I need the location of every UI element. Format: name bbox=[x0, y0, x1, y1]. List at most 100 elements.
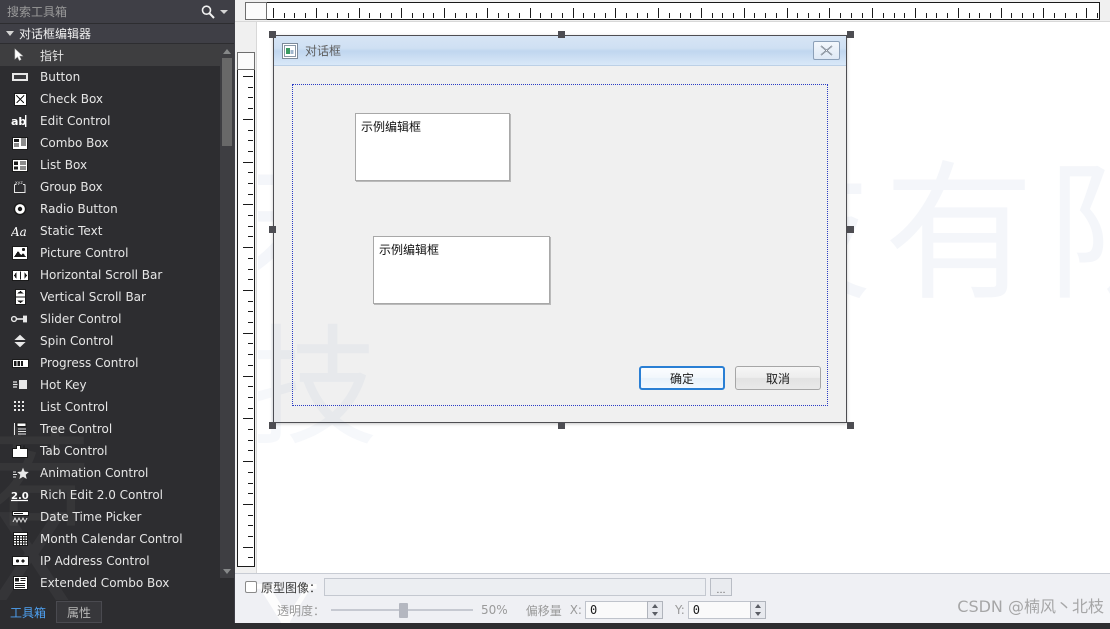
toolbox-item-tree-control[interactable]: Tree Control bbox=[0, 418, 234, 440]
vertical-scrollbar-icon bbox=[10, 289, 30, 305]
resize-handle-ne[interactable] bbox=[847, 31, 854, 38]
toolbox-item-ip-address-control[interactable]: IP Address Control bbox=[0, 550, 234, 572]
ruler-tick bbox=[316, 8, 317, 18]
cancel-button[interactable]: 取消 bbox=[735, 366, 821, 390]
dialog-preview[interactable]: 对话框 示例编辑框 示例编辑框 确定 取消 bbox=[273, 35, 847, 423]
toolbox-item-label: Progress Control bbox=[40, 356, 139, 370]
design-canvas[interactable]: 若霖科技有限 bbox=[258, 23, 1110, 573]
date-time-picker-icon bbox=[10, 509, 30, 525]
toolbox-item-radio-button[interactable]: Radio Button bbox=[0, 198, 234, 220]
resize-handle-se[interactable] bbox=[847, 422, 854, 429]
toolbox-item-group-box[interactable]: xyz Group Box bbox=[0, 176, 234, 198]
ruler-tick bbox=[243, 418, 253, 419]
ruler-tick bbox=[787, 8, 788, 18]
spin-down-icon[interactable] bbox=[651, 612, 658, 616]
ruler-tick bbox=[926, 13, 927, 18]
tab-toolbox[interactable]: 工具箱 bbox=[0, 601, 56, 623]
spin-up-icon[interactable] bbox=[651, 604, 658, 608]
prototype-image-path-input[interactable] bbox=[324, 578, 707, 596]
ok-button[interactable]: 确定 bbox=[639, 366, 725, 390]
toolbox-item-date-time-picker[interactable]: Date Time Picker bbox=[0, 506, 234, 528]
toolbox-item-horizontal-scroll-bar[interactable]: Horizontal Scroll Bar bbox=[0, 264, 234, 286]
spin-up-icon[interactable] bbox=[754, 604, 761, 608]
toolbox-item-spin-control[interactable]: Spin Control bbox=[0, 330, 234, 352]
toolbox-item-month-calendar-control[interactable]: Month Calendar Control bbox=[0, 528, 234, 550]
browse-button[interactable]: ... bbox=[710, 578, 733, 596]
toolbox-item-label: List Box bbox=[40, 158, 88, 172]
edit-control-1[interactable]: 示例编辑框 bbox=[355, 113, 510, 181]
resize-handle-n[interactable] bbox=[558, 31, 565, 38]
resize-handle-sw[interactable] bbox=[269, 422, 276, 429]
dialog-titlebar[interactable]: 对话框 bbox=[274, 36, 846, 66]
offset-x-spin-arrows[interactable] bbox=[646, 601, 663, 619]
chevron-down-icon[interactable] bbox=[220, 9, 228, 14]
resize-handle-w[interactable] bbox=[269, 226, 276, 233]
toolbox-item-list[interactable]: 指针 Button Check Box ab Edit Control Combo Box… bbox=[0, 44, 234, 601]
search-input[interactable]: 搜索工具箱 bbox=[4, 3, 200, 20]
search-icon[interactable] bbox=[200, 4, 216, 20]
ruler-tick bbox=[605, 13, 606, 18]
ruler-tick bbox=[243, 547, 253, 548]
scroll-up-arrow-icon[interactable] bbox=[220, 44, 234, 58]
toolbox-group-label: 对话框编辑器 bbox=[19, 27, 92, 41]
ruler-tick bbox=[359, 8, 360, 18]
toolbox-item-picture-control[interactable]: Picture Control bbox=[0, 242, 234, 264]
spin-down-icon[interactable] bbox=[754, 612, 761, 616]
ruler-tick bbox=[243, 247, 253, 248]
dialog-editor-surface[interactable]: 若霖科技有限 bbox=[235, 0, 1110, 623]
transparency-slider[interactable] bbox=[331, 601, 474, 619]
ruler-tick bbox=[519, 13, 520, 18]
toolbox-item-slider-control[interactable]: Slider Control bbox=[0, 308, 234, 330]
slider-thumb[interactable] bbox=[399, 603, 409, 618]
ruler-tick bbox=[1076, 13, 1077, 18]
toolbox-item-check-box[interactable]: Check Box bbox=[0, 88, 234, 110]
offset-y-value[interactable]: 0 bbox=[687, 601, 750, 619]
ruler-tick bbox=[248, 322, 253, 323]
toolbox-panel: 若 X 搜索工具箱 对话框编辑器 指针ButtonCheck BoxabEdit… bbox=[0, 0, 235, 623]
toolbox-item-edit-control[interactable]: ab Edit Control bbox=[0, 110, 234, 132]
toolbox-scrollbar[interactable] bbox=[220, 44, 234, 578]
toolbox-item-tab-control[interactable]: Tab Control bbox=[0, 440, 234, 462]
toolbox-item-label: Hot Key bbox=[40, 378, 87, 392]
scrollbar-thumb[interactable] bbox=[222, 58, 232, 146]
resize-handle-s[interactable] bbox=[558, 422, 565, 429]
prototype-image-checkbox[interactable] bbox=[245, 581, 257, 593]
ruler-tick bbox=[248, 354, 253, 355]
resize-handle-e[interactable] bbox=[847, 226, 854, 233]
offset-x-value[interactable]: 0 bbox=[584, 601, 647, 619]
ruler-tick bbox=[765, 13, 766, 18]
scroll-down-arrow-icon[interactable] bbox=[220, 564, 234, 578]
toolbox-item-extended-combo-box[interactable]: Extended Combo Box bbox=[0, 572, 234, 594]
toolbox-item-button[interactable]: Button bbox=[0, 66, 234, 88]
ruler-tick bbox=[990, 13, 991, 18]
ruler-tick bbox=[273, 8, 274, 18]
offset-y-stepper[interactable]: 0 bbox=[687, 601, 766, 619]
ruler-tick bbox=[508, 13, 509, 18]
toolbox-item-rich-edit-2-0-control[interactable]: 2.0 Rich Edit 2.0 Control bbox=[0, 484, 234, 506]
toolbox-item-label: Static Text bbox=[40, 224, 103, 238]
toolbox-item-animation-control[interactable]: Animation Control bbox=[0, 462, 234, 484]
offset-y-spin-arrows[interactable] bbox=[749, 601, 766, 619]
dialog-selection-frame[interactable]: 对话框 示例编辑框 示例编辑框 确定 取消 bbox=[269, 31, 854, 429]
toolbox-group-header[interactable]: 对话框编辑器 bbox=[0, 24, 234, 44]
button-icon bbox=[10, 69, 30, 85]
ruler-tick bbox=[248, 172, 253, 173]
tab-properties[interactable]: 属性 bbox=[56, 601, 103, 623]
toolbox-item-combo-box[interactable]: Combo Box bbox=[0, 132, 234, 154]
offset-x-stepper[interactable]: 0 bbox=[584, 601, 663, 619]
ruler-tick bbox=[248, 183, 253, 184]
toolbox-item-list-control[interactable]: List Control bbox=[0, 396, 234, 418]
toolbox-item-label: Picture Control bbox=[40, 246, 129, 260]
toolbox-item-list-box[interactable]: List Box bbox=[0, 154, 234, 176]
toolbox-item-static-text[interactable]: Aa Static Text bbox=[0, 220, 234, 242]
resize-handle-nw[interactable] bbox=[269, 31, 276, 38]
edit-control-2[interactable]: 示例编辑框 bbox=[373, 236, 550, 304]
toolbox-item-hot-key[interactable]: Hot Key bbox=[0, 374, 234, 396]
toolbox-item-progress-control[interactable]: Progress Control bbox=[0, 352, 234, 374]
toolbox-item-[interactable]: 指针 bbox=[0, 44, 234, 66]
toolbox-search-bar[interactable]: 搜索工具箱 bbox=[0, 0, 234, 24]
close-icon[interactable] bbox=[813, 41, 840, 60]
toolbox-item-vertical-scroll-bar[interactable]: Vertical Scroll Bar bbox=[0, 286, 234, 308]
ruler-tick bbox=[637, 13, 638, 18]
triangle-expanded-icon[interactable] bbox=[6, 31, 14, 36]
